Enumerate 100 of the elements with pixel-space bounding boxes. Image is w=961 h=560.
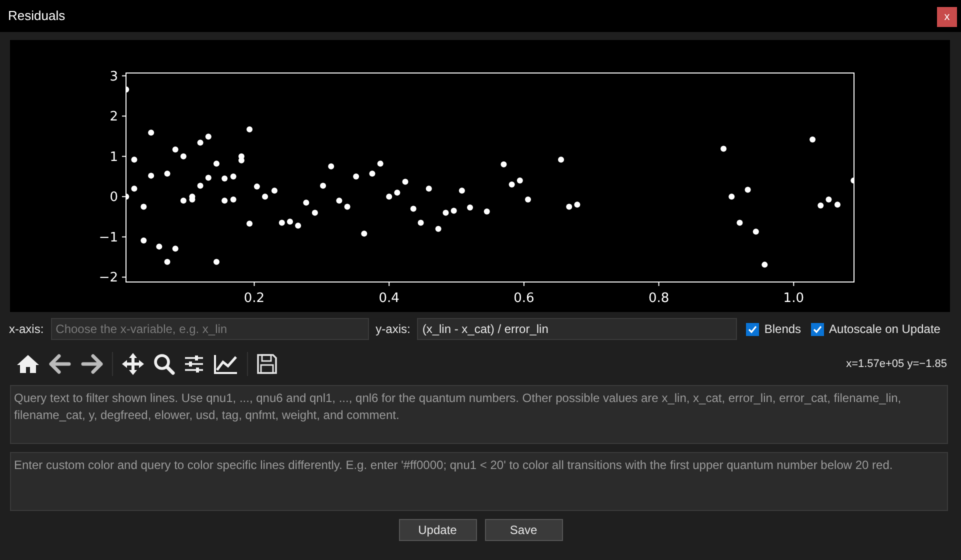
data-point xyxy=(180,198,186,204)
data-point xyxy=(126,194,130,200)
data-point xyxy=(286,218,293,225)
data-point xyxy=(222,176,228,182)
x-axis-label: x-axis: xyxy=(9,321,44,338)
action-button[interactable]: Update xyxy=(398,519,476,541)
data-point xyxy=(361,230,368,237)
data-point xyxy=(574,202,580,208)
x-axis-field[interactable]: Choose the x-variable, e.g. x_lin xyxy=(50,318,369,340)
data-point xyxy=(205,134,212,140)
data-point xyxy=(271,188,278,194)
data-point xyxy=(172,146,178,153)
data-point xyxy=(312,210,318,216)
data-point xyxy=(402,178,408,185)
data-point xyxy=(353,174,360,180)
data-point xyxy=(336,198,342,204)
data-point xyxy=(762,262,768,268)
data-point xyxy=(450,208,457,214)
data-point xyxy=(566,204,572,210)
query-field[interactable]: Query text to filter shown lines. Use qnu1, ..., qnu6 and qnl1, ..., qnl6 for the quantum numbers. Other possible values are x_lin, x_cat, error_lin, error_cat, filename_lin, filename_cat, y, degfreed, elower, usd, tag, qnfmt, weight, and comment. xyxy=(10,385,948,444)
x-tick-label: 0.8 xyxy=(648,291,670,306)
data-point xyxy=(516,178,523,184)
data-point xyxy=(508,182,515,188)
data-point xyxy=(744,186,751,193)
data-point xyxy=(410,206,416,212)
data-point xyxy=(826,196,832,202)
data-point xyxy=(254,184,260,190)
data-point xyxy=(426,186,432,192)
data-point xyxy=(213,258,220,265)
data-point xyxy=(164,258,170,265)
y-tick-label: −2 xyxy=(98,270,118,286)
x-tick-label: 0.2 xyxy=(244,291,265,306)
x-tick-label: 0.6 xyxy=(514,291,534,306)
data-point xyxy=(246,126,253,132)
data-point xyxy=(377,160,384,167)
data-point xyxy=(262,194,268,200)
data-point xyxy=(140,204,147,210)
data-point xyxy=(197,182,204,189)
checkbox-label: Blends xyxy=(764,321,802,338)
forward-arrow-icon[interactable] xyxy=(80,353,104,375)
data-point xyxy=(295,222,302,229)
data-point xyxy=(344,204,350,210)
data-point xyxy=(148,172,154,179)
close-button[interactable]: x xyxy=(937,7,957,27)
data-point xyxy=(736,220,743,226)
action-button[interactable]: Save xyxy=(484,519,562,541)
home-icon[interactable] xyxy=(16,353,40,375)
data-point xyxy=(303,200,310,206)
y-tick-label: 3 xyxy=(110,69,118,84)
y-tick-label: 1 xyxy=(110,150,118,165)
data-point xyxy=(458,188,465,194)
data-point xyxy=(500,161,507,168)
y-tick-label: 2 xyxy=(110,110,118,125)
y-axis-label: y-axis: xyxy=(376,321,410,338)
data-point xyxy=(246,220,253,227)
y-tick-label: −1 xyxy=(98,230,118,246)
data-point xyxy=(148,130,154,136)
checkbox-label: Autoscale on Update xyxy=(829,321,940,338)
x-tick-label: 1.0 xyxy=(783,291,804,306)
y-tick-label: 0 xyxy=(110,190,118,206)
data-point xyxy=(213,160,220,167)
search-icon[interactable] xyxy=(153,353,175,375)
data-point xyxy=(230,196,236,202)
data-point xyxy=(131,186,138,192)
back-arrow-icon[interactable] xyxy=(48,353,72,375)
data-point xyxy=(467,204,473,210)
data-point xyxy=(850,178,854,184)
data-point xyxy=(525,196,531,202)
data-point xyxy=(369,170,376,177)
data-point xyxy=(328,163,334,170)
checkbox[interactable] xyxy=(811,322,824,336)
data-point xyxy=(484,208,490,215)
data-point xyxy=(126,86,130,92)
y-axis-field[interactable]: (x_lin - x_cat) / error_lin xyxy=(417,318,738,340)
data-point xyxy=(818,202,824,208)
data-point xyxy=(720,146,727,152)
data-point xyxy=(810,136,816,142)
sliders-icon[interactable] xyxy=(183,353,205,375)
data-point xyxy=(156,244,162,250)
window-title: Residuals xyxy=(8,7,66,26)
data-point xyxy=(205,174,212,181)
data-point xyxy=(197,140,204,146)
data-point xyxy=(320,182,326,189)
data-point xyxy=(752,228,759,235)
data-point xyxy=(131,156,138,163)
data-point xyxy=(418,220,424,226)
move-icon[interactable] xyxy=(121,352,145,376)
data-point xyxy=(230,174,236,180)
x-tick-label: 0.4 xyxy=(378,291,400,306)
data-point xyxy=(394,190,400,196)
checkbox[interactable] xyxy=(746,322,760,336)
line-chart-icon[interactable] xyxy=(213,353,239,375)
data-point xyxy=(386,194,392,200)
data-point xyxy=(728,194,735,200)
data-point xyxy=(278,220,285,226)
color-query-field[interactable]: Enter custom color and query to color specific lines differently. E.g. enter '#ff0000; qnu1 < 20' to color all transitions with the first upper quantum number below 20 red. xyxy=(10,452,948,511)
data-point xyxy=(435,226,442,232)
data-point xyxy=(172,246,178,252)
data-point xyxy=(140,238,147,244)
data-point xyxy=(834,202,840,208)
